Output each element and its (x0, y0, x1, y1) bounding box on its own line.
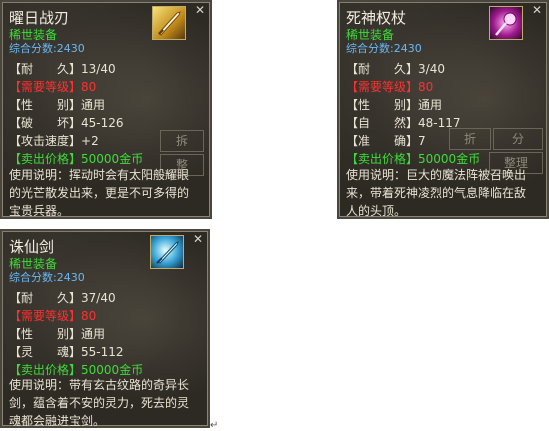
stat-label: 【需要等级】 (9, 309, 82, 323)
item-name: 死神权杖 (346, 9, 407, 27)
stat-value: 通用 (418, 98, 443, 112)
stat-row: 【耐 久】37/40 (9, 289, 143, 307)
stat-row: 【性 别】通用 (9, 96, 143, 114)
stat-list: 【耐 久】37/40 【需要等级】80 【性 别】通用 【灵 魂】55-112 … (9, 289, 143, 379)
description-line: 来，带着死神凌烈的气息降临在敌 (346, 186, 527, 200)
close-icon[interactable]: ✕ (531, 4, 543, 16)
item-description: 使用说明：挥动时会有太阳般耀眼 的光芒散发出来，更是不可多得的 宝贵兵器。 (9, 166, 190, 218)
close-icon[interactable]: ✕ (192, 233, 204, 245)
stat-row: 【需要等级】80 (346, 78, 480, 96)
stat-label: 【准 确】 (346, 134, 419, 148)
description-line: 宝贵兵器。 (9, 204, 70, 218)
item-score: 综合分数:2430 (9, 42, 85, 55)
stat-value: +2 (81, 134, 99, 148)
stat-list: 【耐 久】13/40 【需要等级】80 【性 别】通用 【破 坏】45-126 … (9, 60, 143, 168)
stat-value: 80 (81, 309, 97, 323)
description-line: 剑，蕴含着不安的灵力，死去的灵 (9, 396, 190, 410)
stat-label: 【耐 久】 (9, 291, 82, 305)
stat-value: 45-126 (81, 116, 124, 130)
stat-value: 37/40 (81, 291, 116, 305)
item-name: 诛仙剑 (9, 238, 55, 256)
item-tooltip-2: ✕ 死神权杖 稀世装备 综合分数:2430 【耐 久】3/40 【需要等级】80… (337, 0, 549, 219)
description-line: 使用说明：带有玄古纹路的奇异长 (9, 378, 190, 392)
stat-label: 【需要等级】 (9, 80, 82, 94)
item-tooltip-1: ✕ 曜日战刃 稀世装备 综合分数:2430 【耐 久】13/40 【需要等级】8… (0, 0, 212, 219)
description-line: 使用说明：巨大的魔法阵被召唤出 (346, 168, 527, 182)
stat-value: 80 (418, 80, 434, 94)
stat-row: 【灵 魂】55-112 (9, 343, 143, 361)
stat-row: 【耐 久】3/40 (346, 60, 480, 78)
stat-list: 【耐 久】3/40 【需要等级】80 【性 别】通用 【自 然】48-117 【… (346, 60, 480, 168)
description-line: 魂都会融进宝剑。 (9, 414, 106, 428)
ghost-button-split: 拆 (160, 130, 204, 152)
description-line: 的光芒散发出来，更是不可多得的 (9, 186, 190, 200)
stat-label: 【需要等级】 (346, 80, 419, 94)
item-score: 综合分数:2430 (9, 271, 85, 284)
stat-row: 【需要等级】80 (9, 307, 143, 325)
stat-label: 【破 坏】 (9, 116, 82, 130)
item-description: 使用说明：带有玄古纹路的奇异长 剑，蕴含着不安的灵力，死去的灵 魂都会融进宝剑。 (9, 376, 190, 428)
stat-value: 通用 (81, 98, 106, 112)
stat-row: 【耐 久】13/40 (9, 60, 143, 78)
stat-row: 【性 别】通用 (9, 325, 143, 343)
text-cursor-icon: ↵ (210, 420, 219, 431)
stat-value: 通用 (81, 327, 106, 341)
ghost-button-divide: 分 (493, 128, 543, 150)
sword-icon (152, 6, 186, 40)
stat-label: 【攻击速度】 (9, 134, 82, 148)
scepter-icon (489, 6, 523, 40)
ghost-button-split: 折 (449, 128, 491, 150)
item-tooltip-3: ✕ 诛仙剑 稀世装备 综合分数:2430 【耐 久】37/40 【需要等级】80… (0, 229, 210, 428)
stat-row: 【破 坏】45-126 (9, 114, 143, 132)
item-description: 使用说明：巨大的魔法阵被召唤出 来，带着死神凌烈的气息降临在敌 人的头顶。 (346, 166, 527, 218)
stat-row: 【性 别】通用 (346, 96, 480, 114)
stat-row: 【攻击速度】+2 (9, 132, 143, 150)
item-name: 曜日战刃 (9, 9, 70, 27)
stat-value: 7 (418, 134, 426, 148)
stat-label: 【自 然】 (346, 116, 419, 130)
description-line: 人的头顶。 (346, 204, 407, 218)
stat-label: 【耐 久】 (346, 62, 419, 76)
stat-value: 55-112 (81, 345, 124, 359)
stat-value: 80 (81, 80, 97, 94)
sword-icon (150, 235, 184, 269)
stat-label: 【性 别】 (9, 327, 82, 341)
description-line: 使用说明：挥动时会有太阳般耀眼 (9, 168, 190, 182)
stat-label: 【性 别】 (9, 98, 82, 112)
stat-label: 【灵 魂】 (9, 345, 82, 359)
item-score: 综合分数:2430 (346, 42, 422, 55)
stat-value: 3/40 (418, 62, 445, 76)
stat-label: 【耐 久】 (9, 62, 82, 76)
stat-value: 13/40 (81, 62, 116, 76)
close-icon[interactable]: ✕ (194, 4, 206, 16)
stat-label: 【性 别】 (346, 98, 419, 112)
stat-row: 【需要等级】80 (9, 78, 143, 96)
